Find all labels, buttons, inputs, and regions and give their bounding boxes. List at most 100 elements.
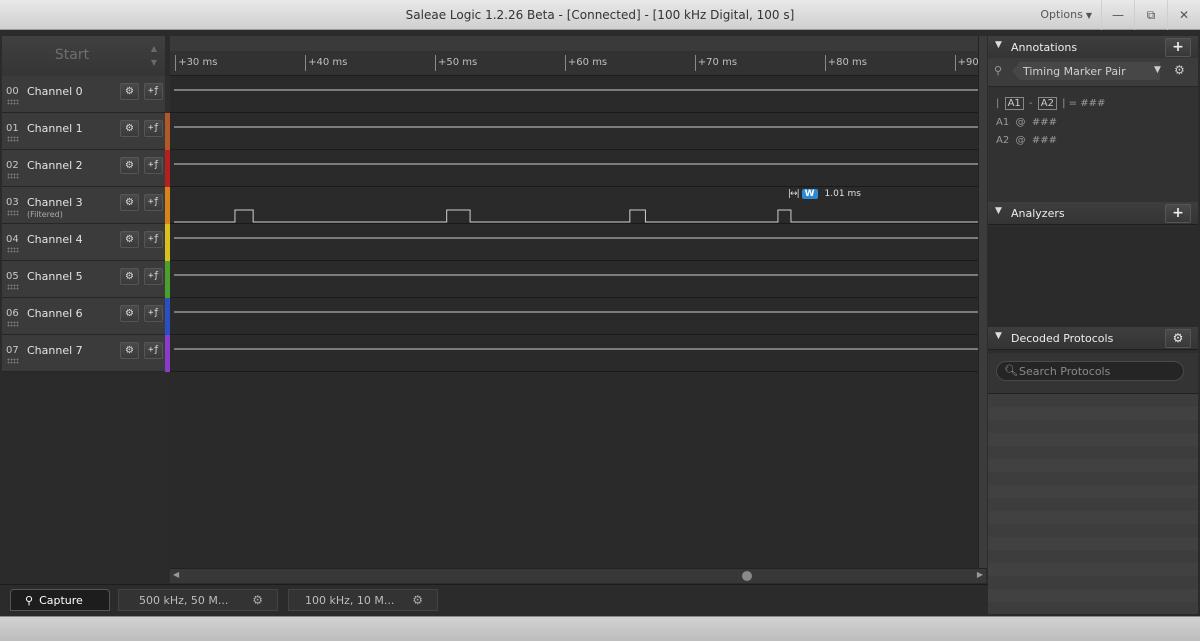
channel-waveform[interactable] [174, 209, 978, 223]
trigger-icon[interactable]: +ƒ [144, 305, 163, 322]
drag-handle-icon[interactable] [7, 247, 19, 253]
collapse-icon[interactable]: ▼ [995, 40, 1002, 50]
channel-row[interactable]: 05 Channel 5 ⚙ +ƒ [2, 261, 165, 298]
channel-name[interactable]: Channel 2 [27, 159, 83, 172]
gear-icon[interactable]: ⚙ [252, 593, 263, 607]
ruler-header [170, 36, 978, 52]
tab-label: 100 kHz, 10 M... [305, 593, 395, 607]
ruler-tick [824, 55, 826, 71]
channel-name[interactable]: Channel 0 [27, 85, 83, 98]
channel-number: 00 [6, 86, 19, 97]
close-button[interactable]: ✕ [1167, 0, 1200, 30]
scroll-right-icon[interactable]: ▶ [977, 570, 983, 579]
add-annotation-button[interactable]: + [1165, 38, 1191, 57]
ruler-label: +40 ms [308, 57, 348, 68]
title-bar: Saleae Logic 1.2.26 Beta - [Connected] -… [0, 0, 1200, 30]
analyzers-header[interactable]: ▼ Analyzers + [988, 202, 1198, 225]
horizontal-scrollbar[interactable]: ◀ ▶ [170, 568, 986, 583]
channel-row[interactable]: 03 Channel 3 (Filtered) ⚙ +ƒ [2, 187, 165, 224]
channel-name[interactable]: Channel 5 [27, 270, 83, 283]
collapse-icon[interactable]: ▼ [995, 206, 1002, 216]
options-label: Options [1040, 8, 1083, 21]
capture-search-icon: ⚲ [25, 593, 34, 607]
trigger-icon[interactable]: +ƒ [144, 83, 163, 100]
trigger-icon[interactable]: +ƒ [144, 268, 163, 285]
tab-label: 500 kHz, 50 M... [139, 593, 229, 607]
width-badge: W [801, 189, 818, 199]
search-box[interactable]: 🔍︎ [996, 361, 1184, 381]
channel-number: 01 [6, 123, 19, 134]
window-controls: — ⧉ ✕ [1101, 0, 1200, 30]
trigger-icon[interactable]: +ƒ [144, 231, 163, 248]
trigger-icon[interactable]: +ƒ [144, 342, 163, 359]
waveform-traces[interactable] [170, 76, 978, 372]
channel-number: 05 [6, 271, 19, 282]
channel-row[interactable]: 04 Channel 4 ⚙ +ƒ [2, 224, 165, 261]
drag-handle-icon[interactable] [7, 358, 19, 364]
channel-name[interactable]: Channel 6 [27, 307, 83, 320]
drag-handle-icon[interactable] [7, 136, 19, 142]
channel-row[interactable]: 00 Channel 0 ⚙ +ƒ [2, 76, 165, 113]
gear-icon[interactable]: ⚙ [120, 83, 139, 100]
drag-handle-icon[interactable] [7, 321, 19, 327]
ruler-label: +80 ms [827, 57, 867, 68]
collapse-icon[interactable]: ▼ [995, 331, 1002, 341]
drag-handle-icon[interactable] [7, 284, 19, 290]
channel-subtitle: (Filtered) [27, 210, 63, 219]
gear-icon[interactable]: ⚙ [120, 342, 139, 359]
tab-capture[interactable]: ⚲ Capture [10, 589, 110, 611]
ruler-tick [564, 55, 566, 71]
tab-session-1[interactable]: 500 kHz, 50 M... ⚙ [118, 589, 278, 611]
a2-marker[interactable]: A2 [1037, 97, 1057, 110]
drag-handle-icon[interactable] [7, 99, 19, 105]
ruler-label: +90 [957, 57, 979, 68]
ruler-tick [175, 55, 177, 71]
decoded-protocols-header[interactable]: ▼ Decoded Protocols ⚙ [988, 327, 1198, 350]
gear-icon[interactable]: ⚙ [120, 120, 139, 137]
channel-row[interactable]: 06 Channel 6 ⚙ +ƒ [2, 298, 165, 335]
minimize-button[interactable]: — [1101, 0, 1134, 30]
ruler-tick [435, 55, 436, 71]
channel-name[interactable]: Channel 4 [27, 233, 83, 246]
channel-row[interactable]: 01 Channel 1 ⚙ +ƒ [2, 113, 165, 150]
vertical-scrollbar[interactable] [978, 36, 987, 568]
start-arrows[interactable]: ▲ ▼ [147, 42, 161, 70]
trigger-icon[interactable]: +ƒ [144, 120, 163, 137]
tab-session-2[interactable]: 100 kHz, 10 M... ⚙ [288, 589, 438, 611]
trigger-icon[interactable]: +ƒ [144, 157, 163, 174]
channel-row[interactable]: 02 Channel 2 ⚙ +ƒ [2, 150, 165, 187]
search-icon: 🔍︎ [1004, 364, 1018, 377]
annotations-header[interactable]: ▼ Annotations + [988, 36, 1198, 59]
scroll-left-icon[interactable]: ◀ [173, 570, 179, 579]
channel-name[interactable]: Channel 1 [27, 122, 83, 135]
gear-icon[interactable]: ⚙ [120, 268, 139, 285]
trigger-icon[interactable]: +ƒ [144, 194, 163, 211]
start-button[interactable]: Start [2, 36, 142, 76]
gear-icon[interactable]: ⚙ [120, 157, 139, 174]
channel-panel: Start ▲ ▼ 00 Channel 0 ⚙ +ƒ 01 Channel 1 ⚙ +ƒ 02 C… [2, 36, 165, 372]
options-menu[interactable]: Options ▼ [1040, 8, 1092, 21]
channel-name[interactable]: Channel 3 [27, 196, 83, 209]
ruler-label: +50 ms [438, 57, 478, 68]
width-measurement[interactable]: |↔| W 1.01 ms [788, 188, 861, 200]
drag-handle-icon[interactable] [7, 173, 19, 179]
gear-icon[interactable]: ⚙ [1165, 329, 1191, 348]
scroll-thumb[interactable] [742, 571, 752, 581]
time-ruler[interactable]: +30 ms +40 ms +50 ms +60 ms +70 ms +80 ms +90 [170, 51, 979, 76]
restore-button[interactable]: ⧉ [1134, 0, 1167, 30]
gear-icon[interactable]: ⚙ [412, 593, 423, 607]
a2-value: ### [1031, 135, 1058, 146]
channel-name[interactable]: Channel 7 [27, 344, 83, 357]
gear-icon[interactable]: ⚙ [1174, 63, 1185, 77]
timing-marker-pair-row[interactable]: ⚲ Timing Marker Pair ▼ ⚙ [988, 58, 1198, 87]
search-protocols-input[interactable] [1019, 364, 1179, 378]
gear-icon[interactable]: ⚙ [120, 305, 139, 322]
add-analyzer-button[interactable]: + [1165, 204, 1191, 223]
channel-row[interactable]: 07 Channel 7 ⚙ +ƒ [2, 335, 165, 372]
gear-icon[interactable]: ⚙ [120, 194, 139, 211]
waveform-area[interactable]: +30 ms +40 ms +50 ms +60 ms +70 ms +80 ms +90 … [170, 36, 979, 568]
chevron-down-icon[interactable]: ▼ [1154, 65, 1161, 75]
drag-handle-icon[interactable] [7, 210, 19, 216]
gear-icon[interactable]: ⚙ [120, 231, 139, 248]
a1-marker[interactable]: A1 [1004, 97, 1024, 110]
